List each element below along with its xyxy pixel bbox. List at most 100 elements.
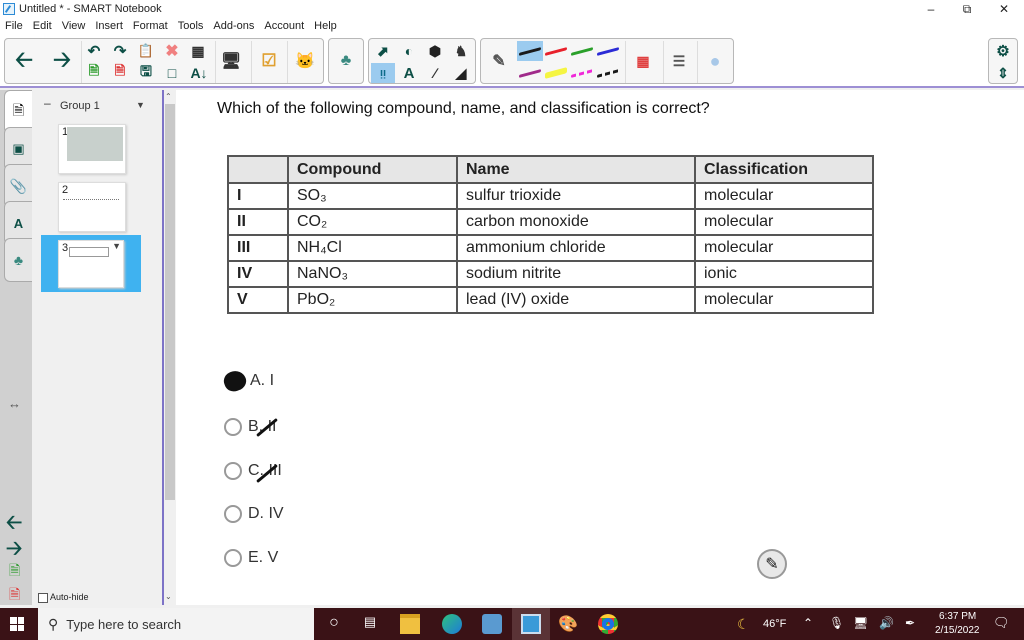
option-a[interactable]: A. I — [221, 367, 274, 395]
option-b[interactable]: B. II — [224, 417, 278, 438]
resize-handle-icon[interactable]: ↔ — [8, 396, 21, 411]
pen-tool-icon[interactable]: ✎ — [487, 49, 511, 73]
restore-button[interactable]: ⧉ — [948, 0, 986, 18]
select-arrow-icon[interactable]: ⬈ — [371, 41, 395, 61]
text-recognition-icon[interactable]: A↓ — [187, 63, 211, 83]
pen-preset-3[interactable] — [569, 41, 595, 61]
pen-workspace-icon[interactable]: ✒ — [905, 616, 915, 630]
response-checkbox-icon[interactable]: ☑ — [257, 49, 281, 73]
pen-preset-2[interactable] — [543, 41, 569, 61]
task-view-icon[interactable]: ▤ — [360, 614, 380, 634]
addons-puzzle-icon[interactable]: ♣ — [334, 49, 358, 73]
line-tool-icon[interactable]: ∕ — [423, 63, 447, 83]
page-thumbnail-1[interactable]: 1 — [58, 124, 126, 174]
save-icon[interactable]: 🖫 — [135, 63, 157, 83]
clock-time[interactable]: 6:37 PM — [939, 611, 976, 622]
page-thumbnail-2[interactable]: 2 — [58, 182, 126, 232]
pen-preset-7[interactable] — [569, 63, 595, 83]
shapes-icon[interactable]: ◐ — [397, 41, 421, 61]
document-camera-icon[interactable]: 🖥 — [219, 49, 243, 73]
text-tool-icon[interactable]: A — [397, 63, 421, 83]
network-icon[interactable]: 🖥 — [853, 616, 868, 630]
page-menu-icon[interactable]: ▼ — [112, 241, 121, 251]
app-icon[interactable] — [482, 614, 502, 634]
paint-icon[interactable]: 🎨 — [558, 614, 578, 634]
menu-account[interactable]: Account — [259, 18, 309, 34]
gear-icon[interactable]: ⚙ — [992, 41, 1014, 61]
scroll-down-icon[interactable]: ⌄ — [165, 592, 172, 601]
weather-icon[interactable]: ☾ — [737, 616, 750, 633]
add-page-icon[interactable]: 🗎 — [83, 63, 105, 83]
menu-addons[interactable]: Add-ons — [208, 18, 259, 34]
menu-insert[interactable]: Insert — [90, 18, 128, 34]
radio-button[interactable] — [224, 549, 242, 567]
color-palette-icon[interactable]: ▦ — [631, 49, 655, 73]
menu-file[interactable]: File — [0, 18, 28, 34]
multiple-users-icon[interactable]: ᴉᴉ — [371, 63, 395, 83]
pen-preset-5[interactable] — [517, 63, 543, 83]
minimize-button[interactable]: – — [912, 0, 950, 18]
chrome-icon[interactable] — [598, 614, 618, 634]
toolbar-position-icon[interactable]: ⇕ — [992, 63, 1014, 83]
page-thumbnail-3-selected[interactable]: 3 ▼ — [41, 235, 141, 292]
fill-effects-icon[interactable]: ● — [703, 49, 727, 73]
file-explorer-icon[interactable] — [400, 614, 420, 634]
option-c[interactable]: C. III — [224, 462, 282, 484]
menu-tools[interactable]: Tools — [173, 18, 209, 34]
add-page-button[interactable]: 🗎 — [9, 560, 20, 584]
table-cell: II — [227, 208, 289, 236]
menu-format[interactable]: Format — [128, 18, 173, 34]
delete-icon[interactable]: ✖ — [161, 41, 183, 61]
cortana-icon[interactable]: ○ — [324, 614, 344, 634]
delete-page-button[interactable]: 🗎 — [9, 584, 20, 608]
table-cell: molecular — [694, 208, 874, 236]
table-icon[interactable]: ▦ — [187, 41, 209, 61]
fill-icon[interactable]: ♞ — [449, 41, 473, 61]
paste-icon[interactable]: 📋 — [135, 41, 157, 61]
group-collapse-icon[interactable]: – — [44, 96, 51, 110]
group-menu-icon[interactable]: ▼ — [136, 100, 145, 110]
vertical-scrollbar[interactable]: ⌃ ⌄ — [162, 90, 176, 605]
radio-button[interactable] — [224, 505, 242, 523]
menu-edit[interactable]: Edit — [28, 18, 57, 34]
taskbar-search[interactable]: ⚲ Type here to search — [38, 608, 314, 640]
lab-activity-icon[interactable]: 🐱 — [293, 49, 317, 73]
eraser-icon[interactable]: ◢ — [449, 63, 473, 83]
pen-preset-6[interactable] — [543, 63, 569, 83]
pen-preset-8[interactable] — [595, 63, 621, 83]
line-style-icon[interactable]: ☰ — [667, 49, 691, 73]
microphone-icon[interactable]: 🎙 — [829, 616, 844, 630]
notifications-icon[interactable]: 🗨 — [993, 615, 1010, 631]
pen-preset-4[interactable] — [595, 41, 621, 61]
edge-icon[interactable] — [442, 614, 462, 634]
scroll-up-icon[interactable]: ⌃ — [165, 92, 172, 101]
auto-hide-checkbox[interactable] — [38, 593, 48, 603]
page-canvas[interactable]: Which of the following compound, name, a… — [176, 90, 1024, 605]
clock-date[interactable]: 2/15/2022 — [935, 625, 980, 636]
option-e[interactable]: E. V — [224, 549, 278, 567]
back-arrow-icon[interactable]: 🡠 — [9, 47, 39, 77]
delete-page-icon[interactable]: 🗎 — [109, 63, 131, 83]
radio-button[interactable] — [224, 418, 242, 436]
scroll-thumb[interactable] — [165, 104, 175, 500]
screen-shade-icon[interactable]: □ — [161, 63, 183, 83]
menu-view[interactable]: View — [57, 18, 91, 34]
table-cell: CO₂ — [287, 208, 458, 236]
radio-button[interactable] — [224, 462, 242, 480]
close-button[interactable]: ✕ — [985, 0, 1023, 18]
forward-arrow-icon[interactable]: 🡢 — [47, 47, 77, 77]
smart-notebook-taskbar-button[interactable] — [512, 608, 550, 640]
start-button[interactable] — [10, 617, 24, 631]
polygon-icon[interactable]: ⬢ — [423, 41, 447, 61]
volume-icon[interactable]: 🔊 — [879, 616, 894, 630]
smart-notebook-icon — [521, 614, 541, 634]
menu-help[interactable]: Help — [309, 18, 342, 34]
weather-temp[interactable]: 46°F — [763, 618, 786, 630]
show-hidden-icons[interactable]: ⌃ — [803, 616, 813, 630]
option-d[interactable]: D. IV — [224, 505, 284, 523]
redo-icon[interactable]: ↷ — [109, 41, 131, 61]
tab-addons[interactable]: ♣ — [4, 238, 32, 282]
pen-float-button[interactable]: ✎ — [757, 549, 787, 579]
undo-icon[interactable]: ↶ — [83, 41, 105, 61]
pen-preset-1[interactable] — [517, 41, 543, 61]
